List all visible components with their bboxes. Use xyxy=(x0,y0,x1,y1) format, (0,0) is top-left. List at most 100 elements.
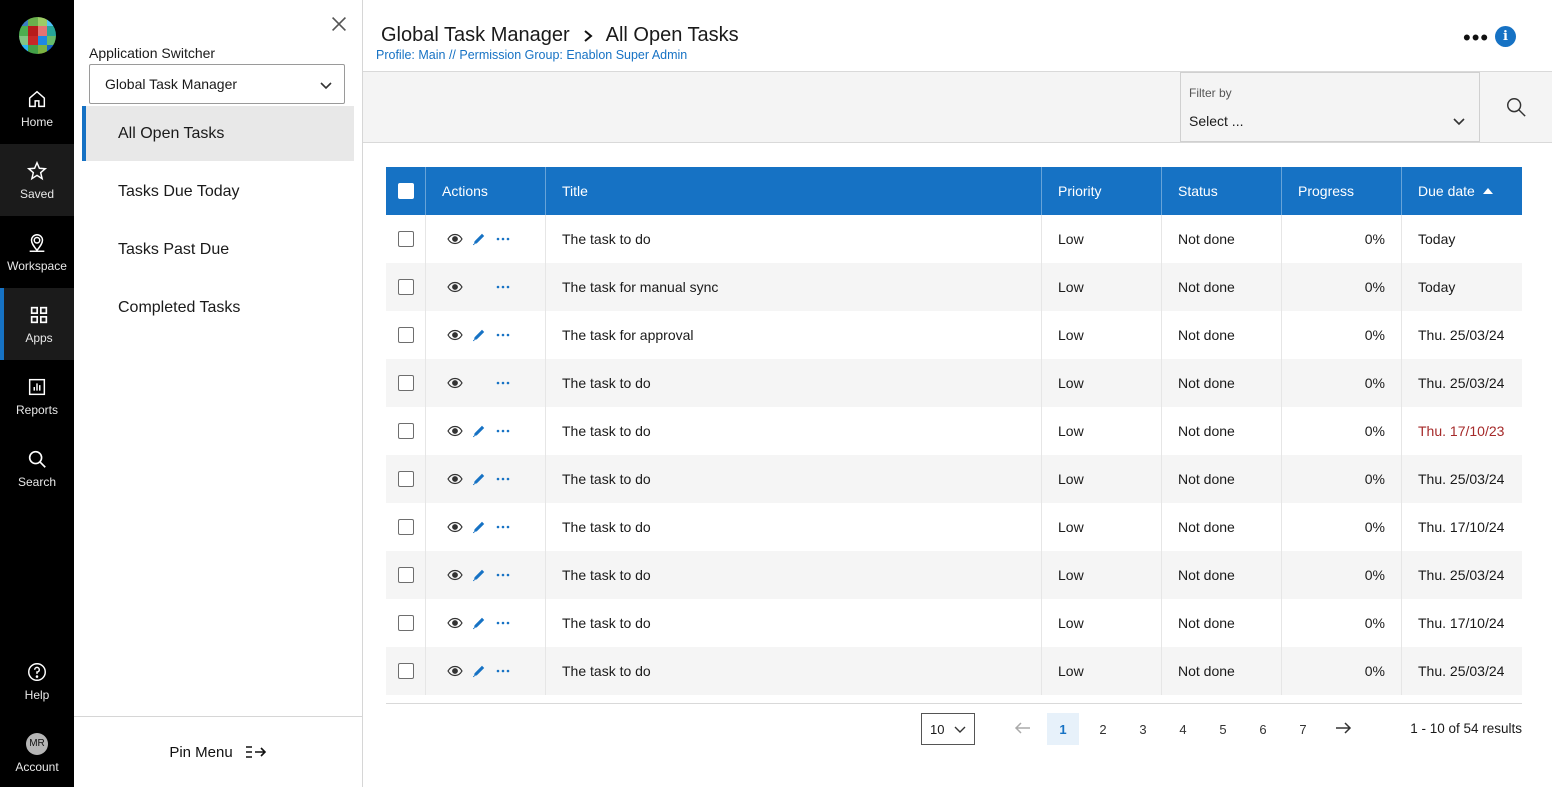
rail-item-search[interactable]: Search xyxy=(0,432,74,504)
row-checkbox[interactable] xyxy=(397,231,414,247)
cell-title[interactable]: The task to do xyxy=(546,503,1042,551)
row-checkbox[interactable] xyxy=(397,663,414,679)
table-row[interactable]: The task to do Low Not done 0% Today xyxy=(386,215,1522,263)
table-row[interactable]: The task to do Low Not done 0% Thu. 17/10/23 xyxy=(386,407,1522,455)
info-icon[interactable]: i xyxy=(1495,26,1516,47)
view-eye-icon[interactable] xyxy=(446,614,464,632)
page-number-3[interactable]: 3 xyxy=(1127,713,1159,745)
rail-item-home[interactable]: Home xyxy=(0,72,74,144)
edit-pencil-icon[interactable] xyxy=(470,614,488,632)
edit-pencil-icon[interactable] xyxy=(470,470,488,488)
home-icon xyxy=(28,90,46,107)
rail-item-workspace[interactable]: Workspace xyxy=(0,216,74,288)
row-checkbox[interactable] xyxy=(397,615,414,631)
view-eye-icon[interactable] xyxy=(446,518,464,536)
view-eye-icon[interactable] xyxy=(446,422,464,440)
table-row[interactable]: The task to do Low Not done 0% Thu. 25/03/24 xyxy=(386,551,1522,599)
more-actions-icon[interactable] xyxy=(494,614,512,632)
page-number-5[interactable]: 5 xyxy=(1207,713,1239,745)
table-row[interactable]: The task for manual sync Low Not done 0% Tod… xyxy=(386,263,1522,311)
table-row[interactable]: The task to do Low Not done 0% Thu. 25/03/24 xyxy=(386,359,1522,407)
rail-item-account[interactable]: MR Account xyxy=(0,717,74,789)
view-eye-icon[interactable] xyxy=(446,230,464,248)
more-actions-icon[interactable] xyxy=(494,470,512,488)
column-header-status[interactable]: Status xyxy=(1162,167,1282,215)
pin-menu-button[interactable]: Pin Menu xyxy=(74,716,362,787)
rail-item-apps[interactable]: Apps xyxy=(0,288,74,360)
cell-due-date: Thu. 25/03/24 xyxy=(1418,327,1505,343)
row-checkbox[interactable] xyxy=(397,375,414,391)
more-actions-icon[interactable] xyxy=(494,326,512,344)
table-row[interactable]: The task for approval Low Not done 0% Thu. 2… xyxy=(386,311,1522,359)
rail-item-reports[interactable]: Reports xyxy=(0,360,74,432)
table-row[interactable]: The task to do Low Not done 0% Thu. 17/10/24 xyxy=(386,599,1522,647)
close-icon[interactable] xyxy=(328,13,350,35)
more-actions-icon[interactable] xyxy=(494,230,512,248)
more-actions-icon[interactable] xyxy=(494,374,512,392)
page-number-4[interactable]: 4 xyxy=(1167,713,1199,745)
cell-title[interactable]: The task to do xyxy=(546,407,1042,455)
page-number-2[interactable]: 2 xyxy=(1087,713,1119,745)
row-checkbox[interactable] xyxy=(397,519,414,535)
select-all-checkbox[interactable] xyxy=(397,183,414,199)
page-number-1[interactable]: 1 xyxy=(1047,713,1079,745)
column-header-due-date[interactable]: Due date xyxy=(1402,167,1522,215)
cell-title[interactable]: The task to do xyxy=(546,215,1042,263)
column-header-title[interactable]: Title xyxy=(546,167,1042,215)
cell-title[interactable]: The task to do xyxy=(546,647,1042,695)
cell-title[interactable]: The task to do xyxy=(546,359,1042,407)
nav-item-tasks-past-due[interactable]: Tasks Past Due xyxy=(82,222,354,277)
nav-item-all-open-tasks[interactable]: All Open Tasks xyxy=(82,106,354,161)
cell-priority: Low xyxy=(1042,503,1162,551)
app-logo[interactable] xyxy=(19,17,56,54)
nav-item-completed-tasks[interactable]: Completed Tasks xyxy=(82,280,354,335)
page-number-6[interactable]: 6 xyxy=(1247,713,1279,745)
row-checkbox[interactable] xyxy=(397,423,414,439)
cell-title[interactable]: The task to do xyxy=(546,455,1042,503)
row-checkbox[interactable] xyxy=(397,567,414,583)
view-eye-icon[interactable] xyxy=(446,566,464,584)
row-checkbox[interactable] xyxy=(397,327,414,343)
page-size-select[interactable]: 10 xyxy=(921,713,975,745)
rail-item-saved[interactable]: Saved xyxy=(0,144,74,216)
rail-item-label: Apps xyxy=(25,330,53,345)
view-eye-icon[interactable] xyxy=(446,470,464,488)
more-options-icon[interactable]: ••• xyxy=(1463,27,1489,49)
edit-pencil-icon[interactable] xyxy=(470,566,488,584)
cell-title[interactable]: The task for approval xyxy=(546,311,1042,359)
table-row[interactable]: The task to do Low Not done 0% Thu. 25/03/24 xyxy=(386,455,1522,503)
more-actions-icon[interactable] xyxy=(494,518,512,536)
view-eye-icon[interactable] xyxy=(446,326,464,344)
column-header-progress[interactable]: Progress xyxy=(1282,167,1402,215)
nav-item-tasks-due-today[interactable]: Tasks Due Today xyxy=(82,164,354,219)
more-actions-icon[interactable] xyxy=(494,662,512,680)
prev-page-arrow-icon[interactable] xyxy=(1013,718,1033,738)
breadcrumb-app[interactable]: Global Task Manager xyxy=(381,24,570,47)
row-checkbox[interactable] xyxy=(397,471,414,487)
edit-pencil-icon[interactable] xyxy=(470,230,488,248)
search-icon[interactable] xyxy=(1505,96,1527,118)
cell-title[interactable]: The task to do xyxy=(546,599,1042,647)
cell-title[interactable]: The task for manual sync xyxy=(546,263,1042,311)
table-row[interactable]: The task to do Low Not done 0% Thu. 25/03/24 xyxy=(386,647,1522,695)
filter-select[interactable]: Filter by Select ... xyxy=(1180,72,1480,142)
rail-item-help[interactable]: Help xyxy=(0,645,74,717)
table-row[interactable]: The task to do Low Not done 0% Thu. 17/10/24 xyxy=(386,503,1522,551)
edit-pencil-icon[interactable] xyxy=(470,662,488,680)
cell-title[interactable]: The task to do xyxy=(546,551,1042,599)
view-eye-icon[interactable] xyxy=(446,662,464,680)
column-header-priority[interactable]: Priority xyxy=(1042,167,1162,215)
more-actions-icon[interactable] xyxy=(494,566,512,584)
view-eye-icon[interactable] xyxy=(446,278,464,296)
view-eye-icon[interactable] xyxy=(446,374,464,392)
page-number-7[interactable]: 7 xyxy=(1287,713,1319,745)
profile-info[interactable]: Profile: Main // Permission Group: Enabl… xyxy=(376,48,687,62)
edit-pencil-icon[interactable] xyxy=(470,326,488,344)
edit-pencil-icon[interactable] xyxy=(470,518,488,536)
next-page-arrow-icon[interactable] xyxy=(1333,718,1353,738)
application-select[interactable]: Global Task Manager xyxy=(89,64,345,104)
more-actions-icon[interactable] xyxy=(494,422,512,440)
edit-pencil-icon[interactable] xyxy=(470,422,488,440)
row-checkbox[interactable] xyxy=(397,279,414,295)
more-actions-icon[interactable] xyxy=(494,278,512,296)
